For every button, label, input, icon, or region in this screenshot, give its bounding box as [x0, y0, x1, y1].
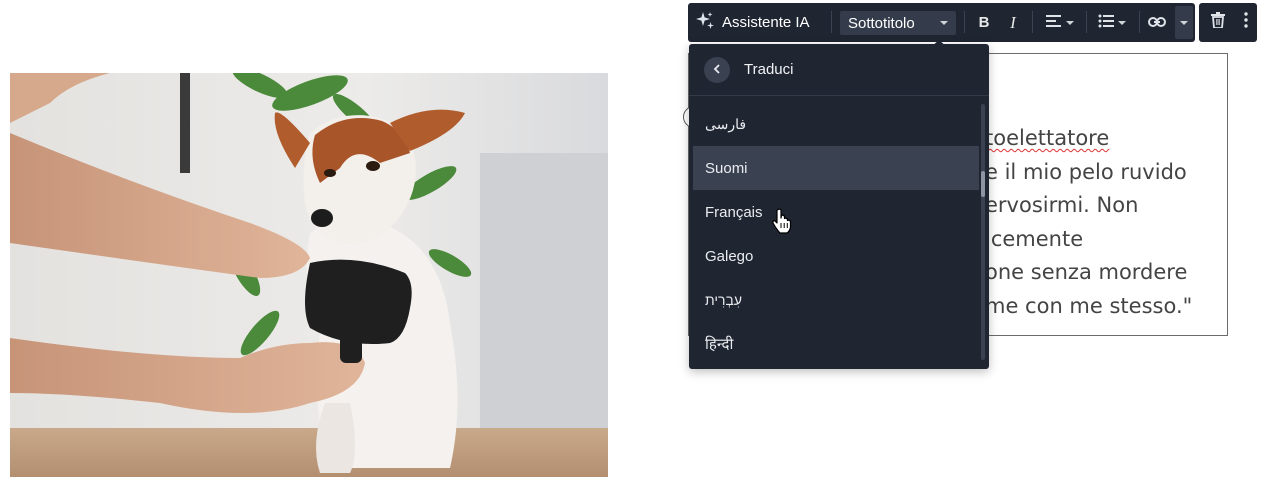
list-icon	[1098, 14, 1114, 32]
divider	[1086, 11, 1087, 33]
hand-cursor-icon	[772, 208, 792, 239]
text-style-value: Sottotitolo	[848, 14, 915, 32]
language-item-galician[interactable]: Galego	[693, 234, 979, 278]
translate-menu: Traduci فارسی Suomi Français Galego עִבְ…	[689, 44, 989, 369]
quote-line: e il mio pelo ruvido	[985, 159, 1187, 184]
toolbar-pointer	[931, 40, 947, 47]
quote-text: toelettatore e il mio pelo ruvido ervosi…	[985, 122, 1225, 323]
align-left-icon	[1046, 14, 1062, 32]
link-button[interactable]	[1143, 3, 1171, 42]
language-label: فارسی	[705, 115, 747, 132]
text-style-select[interactable]: Sottotitolo	[840, 11, 956, 35]
sparkle-icon	[694, 10, 716, 36]
link-icon	[1148, 14, 1166, 31]
language-label: עִבְרִית	[705, 292, 743, 308]
quote-line: toelettatore	[985, 126, 1110, 150]
chevron-down-icon	[1066, 20, 1074, 25]
italic-label: I	[1010, 12, 1016, 32]
language-label: Galego	[705, 247, 754, 265]
block-actions-toolbar	[1199, 3, 1257, 42]
chevron-down-icon	[1180, 20, 1188, 25]
align-button[interactable]	[1042, 3, 1078, 42]
chevron-down-icon	[1118, 20, 1126, 25]
language-list: فارسی Suomi Français Galego עִבְרִית हिन…	[693, 102, 979, 366]
bold-button[interactable]: B	[970, 3, 998, 42]
scrollbar-track[interactable]	[981, 104, 985, 360]
divider	[831, 11, 832, 33]
chevron-down-icon	[940, 21, 948, 25]
ai-assistant-button[interactable]: Assistente IA	[694, 3, 810, 42]
language-item-finnish[interactable]: Suomi	[693, 146, 979, 190]
divider	[964, 11, 965, 33]
language-label: Suomi	[705, 159, 748, 177]
divider	[1032, 11, 1033, 33]
scrollbar-thumb[interactable]	[981, 171, 985, 197]
language-label: हिन्दी	[705, 336, 734, 353]
italic-button[interactable]: I	[999, 3, 1027, 42]
quote-line: icemente	[985, 226, 1084, 251]
language-item-french[interactable]: Français	[693, 190, 979, 234]
translate-menu-header: Traduci	[689, 44, 989, 96]
link-options-button[interactable]	[1175, 6, 1193, 39]
quote-line: one senza mordere	[985, 260, 1188, 284]
language-label: Français	[705, 203, 763, 221]
bold-label: B	[978, 14, 990, 31]
divider	[1139, 11, 1140, 33]
more-vertical-icon	[1244, 12, 1248, 33]
ai-assistant-label: Assistente IA	[722, 14, 810, 31]
dog-grooming-photo	[10, 73, 608, 477]
quote-line: me con me stesso."	[985, 293, 1193, 318]
text-format-toolbar: Assistente IA Sottotitolo B I	[688, 3, 1195, 42]
trash-icon	[1211, 12, 1225, 33]
language-item-hebrew[interactable]: עִבְרִית	[693, 278, 979, 322]
translate-menu-title: Traduci	[744, 61, 794, 78]
quote-line: ervosirmi. Non	[985, 193, 1139, 217]
delete-button[interactable]	[1205, 3, 1231, 42]
more-options-button[interactable]	[1235, 3, 1257, 42]
back-button[interactable]	[704, 56, 730, 83]
list-button[interactable]	[1094, 3, 1130, 42]
chevron-left-icon	[713, 61, 721, 79]
language-item-hindi[interactable]: हिन्दी	[693, 322, 979, 366]
language-item-persian[interactable]: فارسی	[693, 102, 979, 146]
